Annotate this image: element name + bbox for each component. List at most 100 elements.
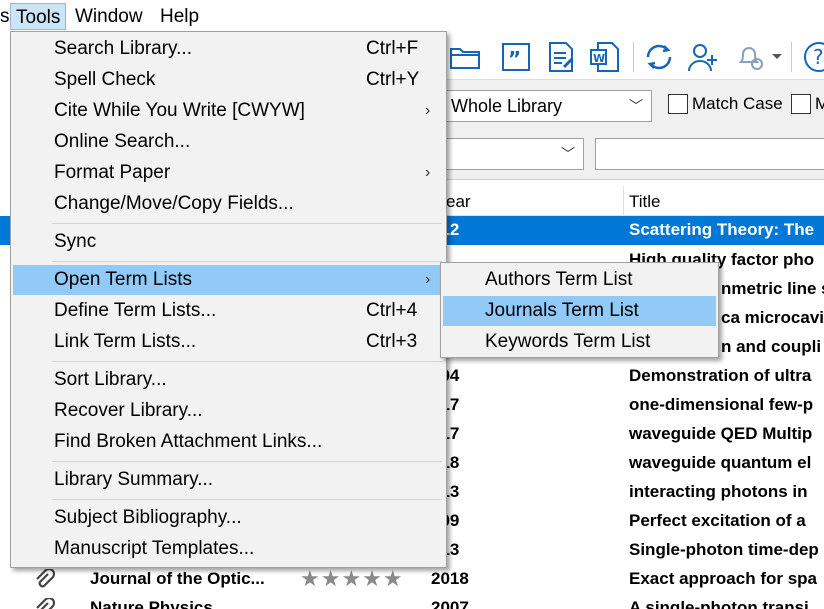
edit-document-icon[interactable] bbox=[544, 40, 578, 74]
cell-title: A single-photon transi bbox=[629, 598, 809, 609]
cell-year: 2007 bbox=[431, 598, 469, 609]
rating-stars[interactable]: ★★★★★ bbox=[300, 566, 404, 592]
menu-item-label: Search Library... bbox=[54, 38, 192, 59]
submenu-item-label: Authors Term List bbox=[485, 269, 633, 290]
menu-item-define-term-lists[interactable]: Define Term Lists... Ctrl+4 bbox=[13, 296, 444, 326]
cell-title: waveguide quantum el bbox=[629, 453, 812, 472]
search-field-select[interactable]: ﹀ bbox=[446, 138, 584, 170]
menu-tools[interactable]: Tools bbox=[10, 3, 67, 30]
cell-title: Demonstration of ultra bbox=[629, 366, 812, 385]
submenu-item-authors-term-list[interactable]: Authors Term List bbox=[443, 265, 716, 295]
cell-title: Exact approach for spa bbox=[629, 569, 818, 588]
submenu-item-journals-term-list[interactable]: Journals Term List bbox=[443, 296, 716, 326]
menu-item-shortcut: Ctrl+4 bbox=[366, 300, 418, 321]
table-row[interactable]: Nature Physics 2007 A single-photon tran… bbox=[0, 594, 824, 609]
folder-icon[interactable] bbox=[448, 40, 482, 74]
menu-item-manuscript-templates[interactable]: Manuscript Templates... bbox=[13, 534, 444, 564]
cell-title: nmetric line s bbox=[721, 279, 824, 298]
menu-item-label: Format Paper bbox=[54, 162, 171, 183]
help-icon[interactable]: ? bbox=[802, 40, 824, 74]
toolbar-separator bbox=[791, 42, 792, 72]
menu-item-label: Spell Check bbox=[54, 69, 156, 90]
menu-item-shortcut: Ctrl+F bbox=[366, 38, 419, 59]
term-lists-submenu: Authors Term List Journals Term List Key… bbox=[440, 262, 719, 358]
menu-window[interactable]: Window bbox=[70, 3, 148, 30]
menu-item-recover-library[interactable]: Recover Library... bbox=[13, 396, 444, 426]
reference-table-header: ear Title bbox=[446, 186, 824, 216]
attachment-icon bbox=[34, 567, 56, 596]
search-scope-value: Whole Library bbox=[451, 96, 563, 116]
attachment-icon bbox=[34, 596, 56, 609]
cell-title: Perfect excitation of a bbox=[629, 511, 806, 530]
search-scope-select[interactable]: Whole Library ﹀ bbox=[446, 90, 652, 122]
search-panel: Whole Library ﹀ Match Case M ﹀ bbox=[446, 80, 824, 180]
menu-item-open-term-lists[interactable]: Open Term Lists › bbox=[13, 265, 444, 295]
submenu-item-label: Journals Term List bbox=[485, 300, 639, 321]
menu-bar: s Tools Window Help bbox=[0, 0, 824, 32]
menu-item-label: Define Term Lists... bbox=[54, 300, 217, 321]
menu-item-label: Open Term Lists bbox=[54, 269, 192, 290]
column-divider[interactable] bbox=[623, 186, 624, 216]
menu-item-sort-library[interactable]: Sort Library... bbox=[13, 365, 444, 395]
svg-text:”: ” bbox=[508, 47, 521, 71]
menu-item-online-search[interactable]: Online Search... bbox=[13, 127, 444, 157]
cell-title: n and coupli bbox=[721, 337, 822, 356]
menu-item-change-move-copy-fields[interactable]: Change/Move/Copy Fields... bbox=[13, 189, 444, 219]
sync-icon[interactable] bbox=[642, 40, 676, 74]
search-term-input[interactable] bbox=[595, 138, 824, 170]
menu-item-label: Find Broken Attachment Links... bbox=[54, 431, 323, 452]
menu-item-label: Manuscript Templates... bbox=[54, 538, 255, 559]
quote-icon[interactable]: ” bbox=[499, 40, 533, 74]
notification-icon[interactable] bbox=[734, 40, 768, 74]
svg-text:W: W bbox=[593, 52, 605, 65]
match-case-checkbox[interactable] bbox=[668, 94, 688, 114]
menu-item-link-term-lists[interactable]: Link Term Lists... Ctrl+3 bbox=[13, 327, 444, 357]
menu-item-sync[interactable]: Sync bbox=[13, 227, 444, 257]
menu-item-label: Cite While You Write [CWYW] bbox=[54, 100, 305, 121]
main-toolbar: ” W ? bbox=[446, 32, 824, 80]
add-user-icon[interactable] bbox=[686, 40, 720, 74]
menu-help[interactable]: Help bbox=[155, 3, 204, 30]
menu-item-label: Library Summary... bbox=[54, 469, 214, 490]
toolbar-separator bbox=[633, 42, 634, 72]
column-header-title[interactable]: Title bbox=[629, 192, 661, 212]
menu-item-subject-bibliography[interactable]: Subject Bibliography... bbox=[13, 503, 444, 533]
menu-item-shortcut: Ctrl+Y bbox=[366, 69, 420, 90]
menu-item-find-broken-attachment-links[interactable]: Find Broken Attachment Links... bbox=[13, 427, 444, 457]
menu-item-cite-while-you-write[interactable]: Cite While You Write [CWYW] › bbox=[13, 96, 444, 126]
menu-separator bbox=[52, 361, 442, 362]
menu-item-search-library[interactable]: Search Library... Ctrl+F bbox=[13, 34, 444, 64]
column-header-year[interactable]: ear bbox=[446, 192, 471, 212]
menu-separator bbox=[52, 499, 442, 500]
menu-item-format-paper[interactable]: Format Paper › bbox=[13, 158, 444, 188]
chevron-right-icon: › bbox=[425, 271, 431, 288]
chevron-down-icon: ﹀ bbox=[561, 146, 575, 162]
submenu-item-label: Keywords Term List bbox=[485, 331, 651, 352]
menu-item-label: Sort Library... bbox=[54, 369, 167, 390]
menu-item-label: Online Search... bbox=[54, 131, 191, 152]
cell-title: waveguide QED Multip bbox=[629, 424, 813, 443]
menu-item-label: Change/Move/Copy Fields... bbox=[54, 193, 294, 214]
menu-item-label: Subject Bibliography... bbox=[54, 507, 242, 528]
match-words-label: M bbox=[815, 94, 824, 113]
cell-journal: Nature Physics bbox=[90, 598, 213, 609]
menu-item-library-summary[interactable]: Library Summary... bbox=[13, 465, 444, 495]
match-words-checkbox[interactable] bbox=[791, 94, 811, 114]
cell-title: ca microcavi bbox=[721, 308, 824, 327]
menu-separator bbox=[52, 261, 442, 262]
menu-item-label: Sync bbox=[54, 231, 97, 252]
tools-menu: Search Library... Ctrl+F Spell Check Ctr… bbox=[10, 31, 447, 568]
word-document-icon[interactable]: W bbox=[588, 40, 622, 74]
menu-item-label: Link Term Lists... bbox=[54, 331, 197, 352]
menu-item-spell-check[interactable]: Spell Check Ctrl+Y bbox=[13, 65, 444, 95]
cell-title: Scattering Theory: The bbox=[629, 220, 815, 239]
cell-title: one-dimensional few-p bbox=[629, 395, 814, 414]
dropdown-arrow-icon[interactable] bbox=[768, 40, 786, 74]
cell-year: 2018 bbox=[431, 569, 469, 588]
chevron-down-icon: ﹀ bbox=[629, 98, 643, 114]
match-case-label: Match Case bbox=[692, 94, 783, 113]
menu-item-shortcut: Ctrl+3 bbox=[366, 331, 418, 352]
table-row[interactable]: Journal of the Optic... ★★★★★ 2018 Exact… bbox=[0, 565, 824, 594]
submenu-item-keywords-term-list[interactable]: Keywords Term List bbox=[443, 327, 716, 357]
cell-journal: Journal of the Optic... bbox=[90, 569, 265, 588]
